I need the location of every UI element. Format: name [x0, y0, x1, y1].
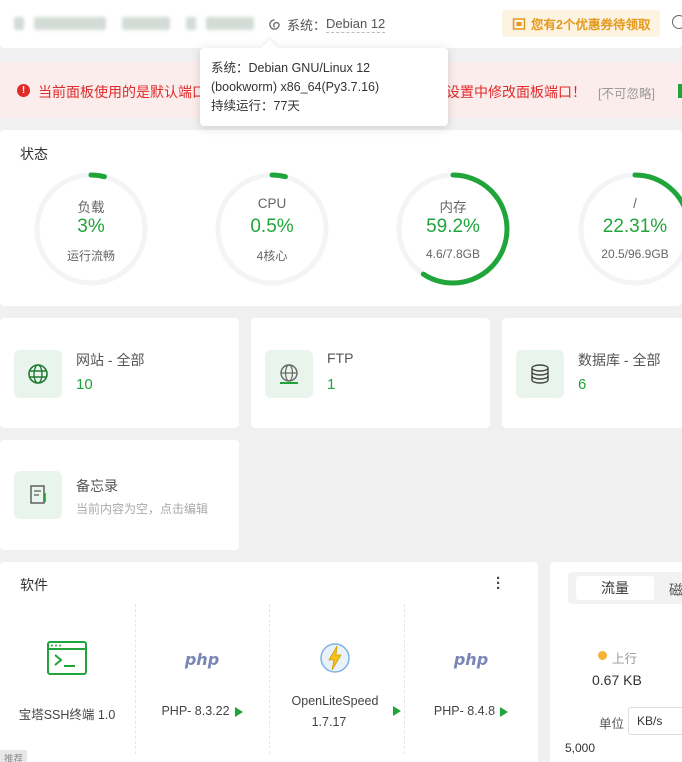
openlitespeed-icon [320, 643, 350, 673]
software-title: 软件 [20, 577, 48, 593]
card-websites[interactable]: 网站 - 全部 10 [0, 318, 239, 428]
software-name: PHP- 8.4.8 [433, 704, 496, 718]
card-title: FTP [327, 350, 354, 366]
gauge-title: 内存 [439, 200, 467, 215]
system-value: Debian 12 [326, 16, 386, 33]
warning-action-edge[interactable] [678, 84, 682, 98]
software-name: 宝塔SSH终端 1.0 [18, 708, 116, 722]
terminal-icon [47, 641, 87, 675]
gauge-title: / [633, 196, 637, 211]
card-title: 网站 - 全部 [76, 352, 145, 368]
card-value[interactable]: 1 [327, 376, 335, 393]
gauge-value: 3% [77, 216, 105, 237]
gauge-sub: 20.5/96.9GB [601, 247, 669, 261]
gauge-title: 负载 [77, 200, 105, 215]
unit-label: 单位 [599, 717, 625, 731]
software-item-openlitespeed[interactable]: OpenLiteSpeed 1.7.17 [269, 604, 401, 762]
warning-text-right: 设置中修改面板端口！ [446, 84, 586, 100]
unit-select[interactable]: KB/s [628, 707, 682, 735]
blurred-text [122, 17, 170, 30]
system-info[interactable]: 系统： Debian 12 [268, 15, 386, 34]
play-icon[interactable] [393, 706, 401, 716]
coupon-text: 您有2个优惠券待领取 [531, 18, 651, 32]
gauge-value: 22.31% [602, 216, 668, 237]
software-item-php84[interactable]: php PHP- 8.4.8 [404, 604, 538, 762]
gauge-sub: 4核心 [256, 249, 288, 263]
gauge-value: 0.5% [250, 216, 294, 237]
gauge-memory[interactable]: 内存 59.2% 4.6/7.8GB [394, 170, 512, 288]
software-item-php83[interactable]: php PHP- 8.3.22 [135, 604, 269, 762]
blurred-text [34, 17, 106, 30]
tooltip-line: (bookworm) x86_64(Py3.7.16) [211, 80, 380, 94]
gauge-cpu[interactable]: CPU 0.5% 4核心 [213, 170, 331, 288]
card-title: 数据库 - 全部 [578, 352, 661, 368]
tooltip-line: 系统：Debian GNU/Linux 12 [211, 61, 371, 75]
gauge-sub: 运行流畅 [66, 249, 115, 263]
globe-icon [14, 350, 62, 398]
gauge-sub: 4.6/7.8GB [425, 247, 481, 261]
upload-value: 0.67 KB [592, 672, 642, 688]
software-name-row: PHP- 8.3.22 [135, 704, 269, 718]
upload-legend-dot [598, 651, 607, 660]
software-item-ssh[interactable]: 宝塔SSH终端 1.0 [0, 604, 134, 762]
software-name-row: PHP- 8.4.8 [404, 704, 538, 718]
blurred-text [14, 17, 24, 30]
coupon-banner[interactable]: 您有2个优惠券待领取 [502, 10, 661, 37]
software-version: 1.7.17 [311, 715, 347, 729]
software-name: PHP- 8.3.22 [161, 704, 230, 718]
gauge-value: 59.2% [426, 216, 480, 237]
recommend-badge: 推荐 [0, 750, 28, 762]
play-icon[interactable] [234, 706, 243, 717]
card-databases[interactable]: 数据库 - 全部 6 [502, 318, 682, 428]
card-ftp[interactable]: FTP 1 [251, 318, 490, 428]
php-logo-icon: php [453, 650, 489, 669]
blurred-text [206, 17, 254, 30]
software-name: OpenLiteSpeed [291, 694, 379, 708]
tooltip-line: 持续运行：77天 [211, 99, 300, 113]
database-icon [516, 350, 564, 398]
ftp-globe-icon [265, 350, 313, 398]
tab-disk[interactable]: 磁 [669, 580, 682, 600]
card-memo[interactable]: 备忘录 当前内容为空，点击编辑 [0, 440, 239, 550]
php-logo-icon: php [184, 650, 220, 669]
system-label: 系统： [287, 18, 327, 33]
more-menu-icon[interactable]: · · · [496, 571, 501, 596]
warning-text-left: 当前面板使用的是默认端口 [38, 84, 206, 100]
cannot-ignore-label: [不可忽略] [598, 87, 655, 101]
gauge-disk[interactable]: / 22.31% 20.5/96.9GB [576, 170, 682, 288]
system-tooltip: 系统：Debian GNU/Linux 12 (bookworm) x86_64… [200, 48, 448, 126]
status-title: 状态 [20, 146, 48, 162]
memo-placeholder[interactable]: 当前内容为空，点击编辑 [76, 500, 208, 517]
gauge-title: CPU [257, 196, 287, 211]
logout-icon[interactable] [672, 15, 682, 29]
tab-traffic[interactable]: 流量 [576, 576, 654, 600]
coupon-icon [512, 17, 526, 30]
gauge-load[interactable]: 负载 3% 运行流畅 [32, 170, 150, 288]
debian-icon [269, 19, 280, 30]
card-value[interactable]: 10 [76, 376, 93, 393]
play-icon[interactable] [500, 706, 509, 717]
card-title: 备忘录 [76, 478, 118, 494]
upload-label: 上行 [612, 652, 638, 666]
blurred-text [186, 17, 196, 30]
card-value[interactable]: 6 [578, 376, 586, 393]
warning-icon: ! [17, 84, 30, 97]
axis-tick-label: 5,000 [565, 741, 596, 755]
memo-icon [14, 471, 62, 519]
